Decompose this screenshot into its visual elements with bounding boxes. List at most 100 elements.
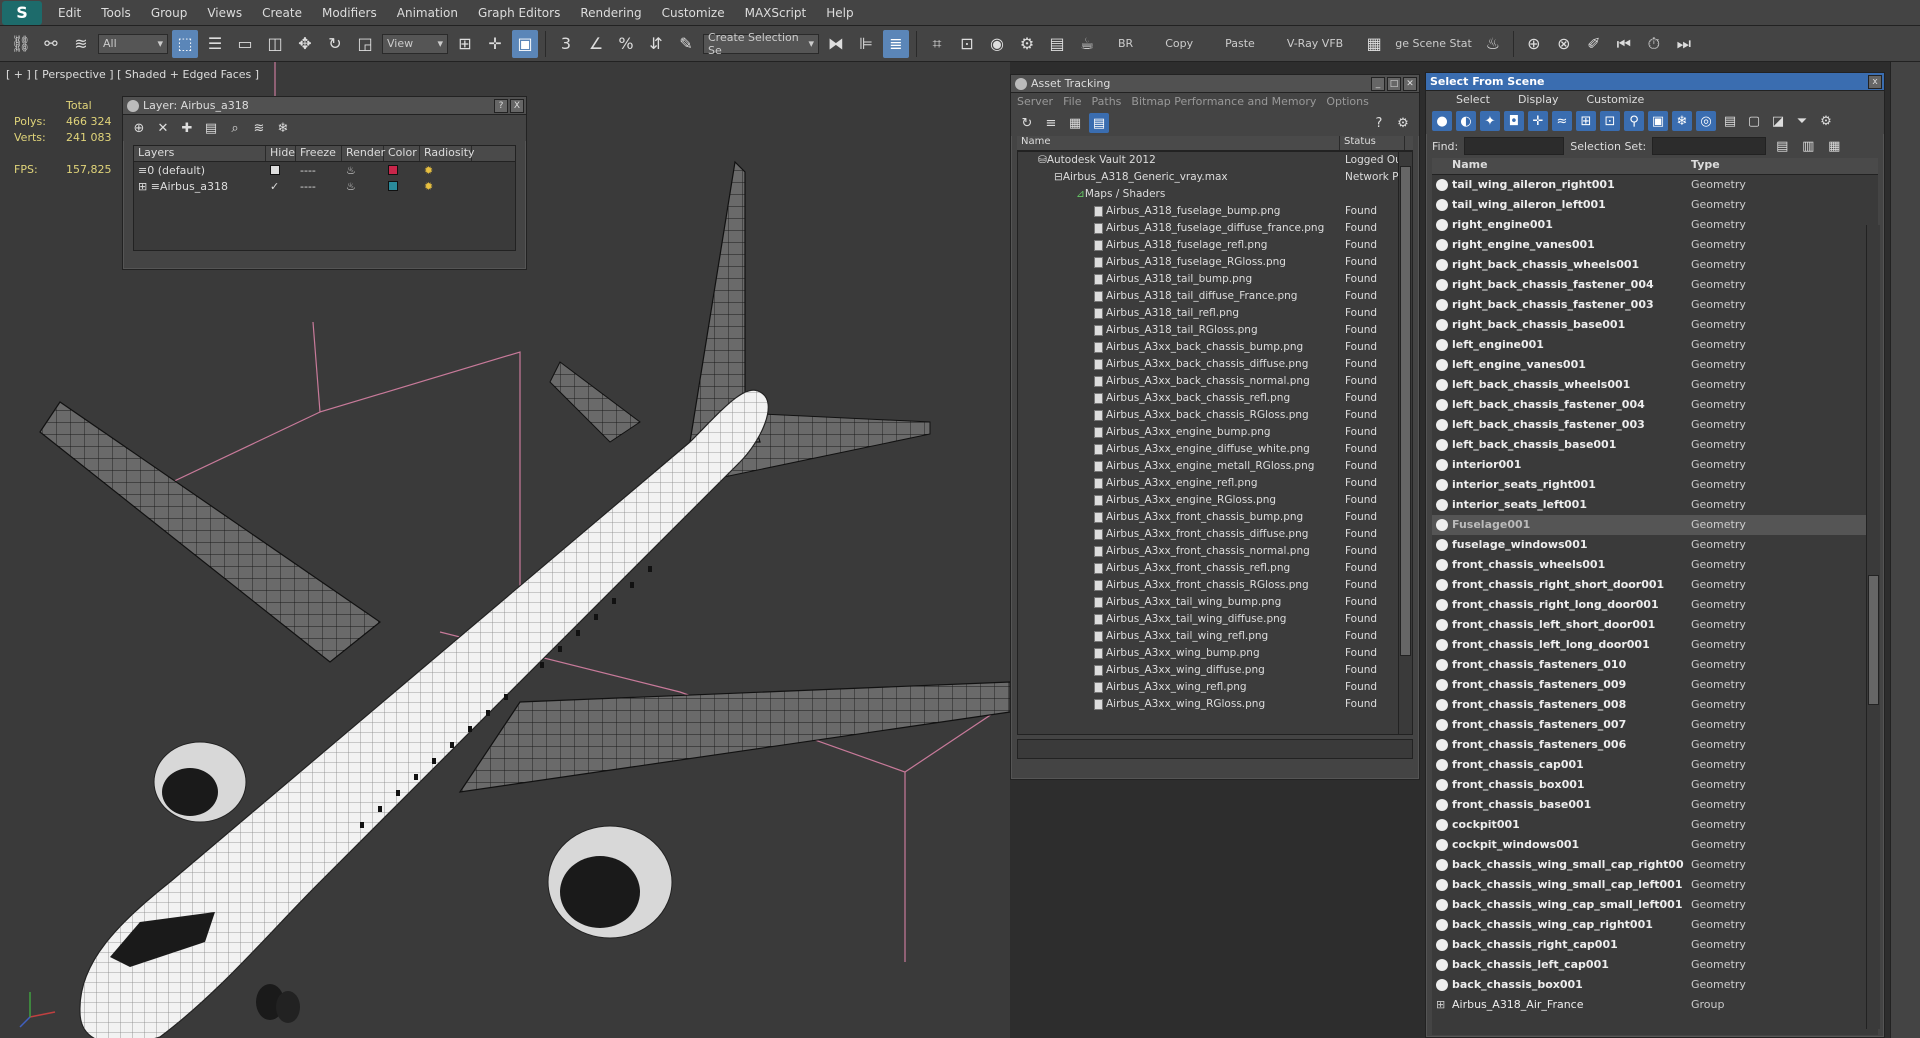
rotate-icon[interactable]: ↻ (322, 30, 348, 58)
scene-object-row[interactable]: front_chassis_fasteners_007 Geometry (1432, 715, 1878, 735)
menu-rendering[interactable]: Rendering (570, 0, 651, 26)
next-frame-icon[interactable]: ⏭ (1671, 30, 1697, 58)
layer-add-icon[interactable]: ⊕ (1521, 30, 1547, 58)
menu-options[interactable]: Options (1326, 95, 1368, 108)
scene-state-button[interactable]: ge Scene Stat (1391, 37, 1476, 50)
brush-icon[interactable]: ✐ (1581, 30, 1607, 58)
add-to-layer-icon[interactable]: ✚ (177, 118, 197, 138)
scene-object-row[interactable]: interior_seats_right001 Geometry (1432, 475, 1878, 495)
scene-object-row[interactable]: front_chassis_wheels001 Geometry (1432, 555, 1878, 575)
display-xrefs-icon[interactable]: ⊡ (1600, 111, 1620, 131)
scrollbar-thumb[interactable] (1400, 166, 1411, 656)
asset-row[interactable]: Airbus_A318_fuselage_refl.png Found (1018, 237, 1412, 254)
menu-customize[interactable]: Customize (652, 0, 735, 26)
asset-row-vault[interactable]: ⛁ Autodesk Vault 2012 Logged Ou (1018, 152, 1412, 169)
asset-row[interactable]: Airbus_A318_tail_refl.png Found (1018, 305, 1412, 322)
column-freeze[interactable]: Freeze (296, 146, 342, 161)
scene-object-row[interactable]: front_chassis_box001 Geometry (1432, 775, 1878, 795)
scrollbar-thumb[interactable] (1868, 575, 1879, 705)
menu-select[interactable]: Select (1456, 93, 1490, 106)
display-groups-icon[interactable]: ⊞ (1576, 111, 1596, 131)
scene-object-row[interactable]: front_chassis_left_long_door001 Geometry (1432, 635, 1878, 655)
scene-object-row[interactable]: left_engine001 Geometry (1432, 335, 1878, 355)
list-view-icon[interactable]: ≡ (1041, 113, 1061, 133)
display-hidden-icon[interactable]: ◎ (1696, 111, 1716, 131)
display-all-icon[interactable]: ▤ (1720, 111, 1740, 131)
column-status[interactable]: Status (1340, 136, 1405, 150)
scene-object-row[interactable]: fuselage_windows001 Geometry (1432, 535, 1878, 555)
checkmark-icon[interactable]: ✓ (266, 178, 296, 194)
asset-row[interactable]: Airbus_A3xx_front_chassis_RGloss.png Foun… (1018, 577, 1412, 594)
scene-object-row[interactable]: tail_wing_aileron_right001 Geometry (1432, 175, 1878, 195)
menu-bitmap-performance[interactable]: Bitmap Performance and Memory (1131, 95, 1316, 108)
asset-vertical-scrollbar[interactable] (1398, 152, 1412, 734)
viewport-label[interactable]: [ + ] [ Perspective ] [ Shaded + Edged F… (6, 68, 259, 81)
selection-filter-dropdown[interactable]: All ▾ (98, 33, 168, 54)
select-by-name-icon[interactable]: ☰ (202, 30, 228, 58)
selection-set-dropdown[interactable] (1652, 137, 1767, 155)
find-input[interactable] (1464, 137, 1565, 155)
named-selection-dropdown[interactable]: Create Selection Se ▾ (703, 31, 819, 57)
asset-row[interactable]: Airbus_A3xx_engine_bump.png Found (1018, 424, 1412, 441)
menu-maxscript[interactable]: MAXScript (735, 0, 817, 26)
asset-row[interactable]: Airbus_A3xx_engine_refl.png Found (1018, 475, 1412, 492)
column-type[interactable]: Type (1685, 158, 1855, 174)
display-none-icon[interactable]: ▢ (1744, 111, 1764, 131)
freeze-toggle[interactable]: ---- (296, 162, 342, 178)
key-mode-icon[interactable]: ⏮ (1611, 30, 1637, 58)
asset-row[interactable]: Airbus_A318_fuselage_bump.png Found (1018, 203, 1412, 220)
layer-manager-icon[interactable]: ≣ (883, 29, 909, 58)
active-layer-checkbox[interactable] (270, 165, 280, 175)
asset-row[interactable]: Airbus_A3xx_tail_wing_bump.png Found (1018, 594, 1412, 611)
select-object-icon[interactable]: ⬚ (172, 29, 198, 58)
display-cameras-icon[interactable]: ◘ (1504, 111, 1524, 131)
scene-state-icon[interactable]: ▦ (1361, 30, 1387, 58)
scene-object-row[interactable]: cockpit_windows001 Geometry (1432, 835, 1878, 855)
asset-row[interactable]: Airbus_A3xx_back_chassis_bump.png Found (1018, 339, 1412, 356)
edit-named-selection-icon[interactable]: ✎ (673, 30, 699, 58)
scene-object-row[interactable]: back_chassis_wing_small_cap_right001 Geom… (1432, 855, 1878, 875)
delete-layer-icon[interactable]: ✕ (153, 118, 173, 138)
scene-object-row[interactable]: front_chassis_fasteners_010 Geometry (1432, 655, 1878, 675)
render-teapot-icon[interactable]: ♨ (342, 178, 384, 194)
scale-icon[interactable]: ◲ (352, 30, 378, 58)
scene-object-row[interactable]: left_back_chassis_wheels001 Geometry (1432, 375, 1878, 395)
menu-animation[interactable]: Animation (387, 0, 468, 26)
radiosity-icon[interactable]: ✹ (420, 162, 472, 178)
select-all-icon[interactable]: ▤ (1772, 136, 1792, 156)
curve-editor-icon[interactable]: ⌗ (924, 30, 950, 58)
angle-snap-icon[interactable]: ∠ (583, 30, 609, 58)
menu-tools[interactable]: Tools (91, 0, 141, 26)
filter-settings-icon[interactable]: ⚙ (1816, 111, 1836, 131)
scene-object-row[interactable]: right_engine001 Geometry (1432, 215, 1878, 235)
minimize-button[interactable]: _ (1371, 76, 1385, 91)
display-spacewarps-icon[interactable]: ≈ (1552, 111, 1572, 131)
teapot-icon[interactable]: ♨ (1480, 30, 1506, 58)
rendered-frame-window-icon[interactable]: ▤ (1044, 30, 1070, 58)
scene-object-row[interactable]: front_chassis_cap001 Geometry (1432, 755, 1878, 775)
highlight-layer-icon[interactable]: ⌕ (225, 118, 245, 138)
asset-row-maps[interactable]: ⊿ Maps / Shaders (1018, 186, 1412, 203)
display-invert-icon[interactable]: ◪ (1768, 111, 1788, 131)
close-button[interactable]: x (1868, 74, 1882, 89)
asset-row[interactable]: Airbus_A318_tail_bump.png Found (1018, 271, 1412, 288)
display-geometry-icon[interactable]: ● (1432, 111, 1452, 131)
link-icon[interactable]: ⛓ (8, 30, 34, 58)
pivot-center-icon[interactable]: ⊞ (452, 30, 478, 58)
refresh-icon[interactable]: ↻ (1017, 113, 1037, 133)
br-button[interactable]: BR (1104, 37, 1147, 50)
scene-object-row[interactable]: right_engine_vanes001 Geometry (1432, 235, 1878, 255)
scene-object-row[interactable]: back_chassis_right_cap001 Geometry (1432, 935, 1878, 955)
keyboard-shortcut-override-icon[interactable]: ▣ (512, 29, 538, 58)
menu-customize[interactable]: Customize (1586, 93, 1644, 106)
render-icon[interactable]: ☕ (1074, 30, 1100, 58)
freeze-toggle[interactable]: ---- (296, 178, 342, 194)
menu-display[interactable]: Display (1518, 93, 1559, 106)
asset-row[interactable]: Airbus_A3xx_wing_diffuse.png Found (1018, 662, 1412, 679)
close-button[interactable]: X (510, 98, 524, 113)
asset-row[interactable]: Airbus_A318_tail_RGloss.png Found (1018, 322, 1412, 339)
layer-color-swatch[interactable] (388, 165, 398, 175)
layer-row-airbus[interactable]: ⊞ ≡ Airbus_a318 ✓ ---- ♨ ✹ (134, 178, 515, 194)
asset-row[interactable]: Airbus_A3xx_front_chassis_diffuse.png Fou… (1018, 526, 1412, 543)
scene-object-row[interactable]: back_chassis_box001 Geometry (1432, 975, 1878, 995)
